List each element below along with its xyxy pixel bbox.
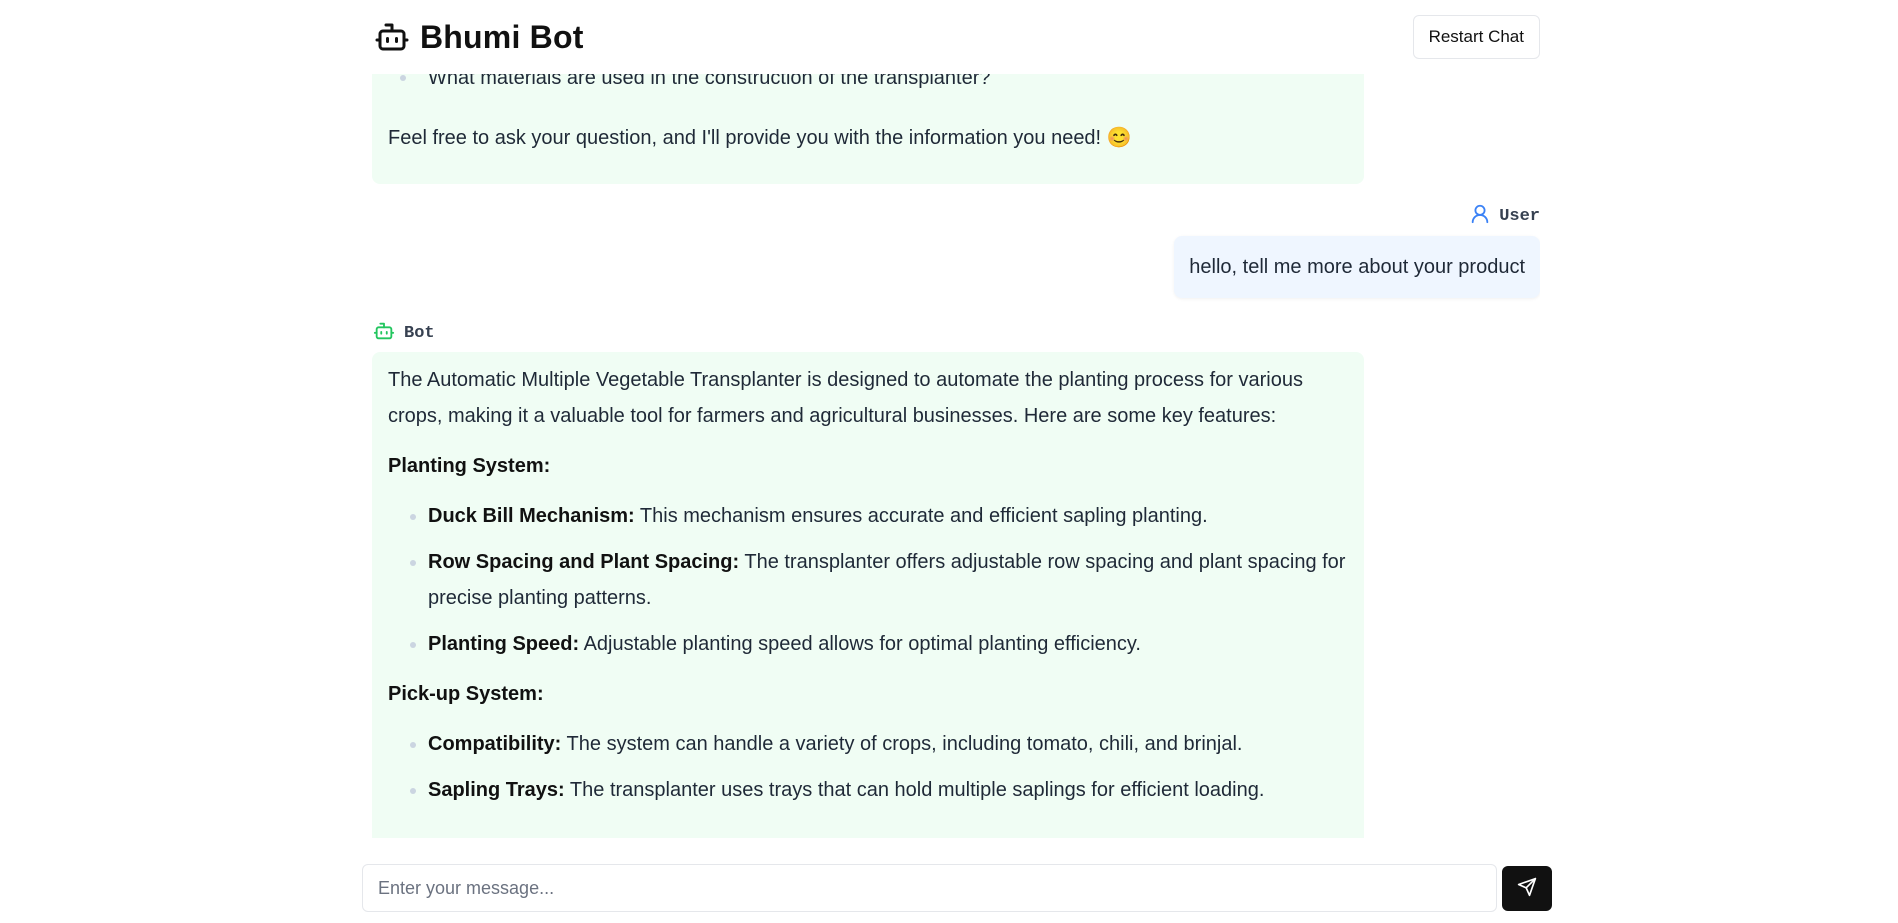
app-title: Bhumi Bot bbox=[420, 18, 584, 55]
list-item: Row Spacing and Plant Spacing: The trans… bbox=[428, 544, 1348, 616]
feature-term: Planting Speed: bbox=[428, 633, 580, 655]
user-message: hello, tell me more about your product bbox=[1174, 236, 1540, 298]
section-heading: Planting System: bbox=[388, 455, 551, 477]
message-paragraph: Feel free to ask your question, and I'll… bbox=[388, 127, 1132, 149]
feature-text: The transplanter uses trays that can hol… bbox=[569, 779, 1265, 801]
chat-app: Bhumi Bot Restart Chat What materials ar… bbox=[0, 0, 1898, 923]
user-icon bbox=[1469, 202, 1491, 231]
robot-icon bbox=[372, 17, 412, 57]
feature-term: Sapling Trays: bbox=[428, 779, 565, 801]
feature-text: This mechanism ensures accurate and effi… bbox=[639, 505, 1208, 527]
message-composer bbox=[362, 863, 1552, 913]
feature-term: Row Spacing and Plant Spacing: bbox=[428, 551, 740, 573]
list-bullet bbox=[400, 75, 406, 81]
bot-message: The Automatic Multiple Vegetable Transpl… bbox=[372, 352, 1364, 838]
brand: Bhumi Bot bbox=[372, 17, 584, 57]
list-item: Duck Bill Mechanism: This mechanism ensu… bbox=[428, 498, 1348, 534]
bot-label: Bot bbox=[372, 320, 435, 347]
feature-term: Duck Bill Mechanism: bbox=[428, 505, 635, 527]
role-label: User bbox=[1499, 207, 1540, 226]
feature-text: The system can handle a variety of crops… bbox=[566, 733, 1243, 755]
role-label: Bot bbox=[404, 324, 435, 343]
list-item: Compatibility: The system can handle a v… bbox=[428, 726, 1348, 762]
feature-list: Duck Bill Mechanism: This mechanism ensu… bbox=[388, 498, 1348, 662]
list-item: What materials are used in the construct… bbox=[428, 74, 991, 89]
robot-icon bbox=[372, 320, 396, 347]
bot-message-previous: What materials are used in the construct… bbox=[372, 74, 1364, 184]
chat-scroll-area[interactable]: What materials are used in the construct… bbox=[372, 74, 1540, 838]
user-label: User bbox=[1469, 202, 1540, 231]
header: Bhumi Bot Restart Chat bbox=[372, 0, 1540, 74]
send-icon bbox=[1517, 877, 1537, 900]
section-heading: Pick-up System: bbox=[388, 683, 544, 705]
list-item: Sapling Trays: The transplanter uses tra… bbox=[428, 772, 1348, 808]
message-input[interactable] bbox=[362, 864, 1497, 912]
restart-chat-button[interactable]: Restart Chat bbox=[1412, 15, 1540, 59]
feature-term: Compatibility: bbox=[428, 733, 562, 755]
feature-text: Adjustable planting speed allows for opt… bbox=[583, 633, 1141, 655]
message-paragraph: The Automatic Multiple Vegetable Transpl… bbox=[388, 369, 1303, 427]
list-item: Planting Speed: Adjustable planting spee… bbox=[428, 626, 1348, 662]
feature-list: Compatibility: The system can handle a v… bbox=[388, 726, 1348, 808]
send-button[interactable] bbox=[1502, 865, 1552, 911]
